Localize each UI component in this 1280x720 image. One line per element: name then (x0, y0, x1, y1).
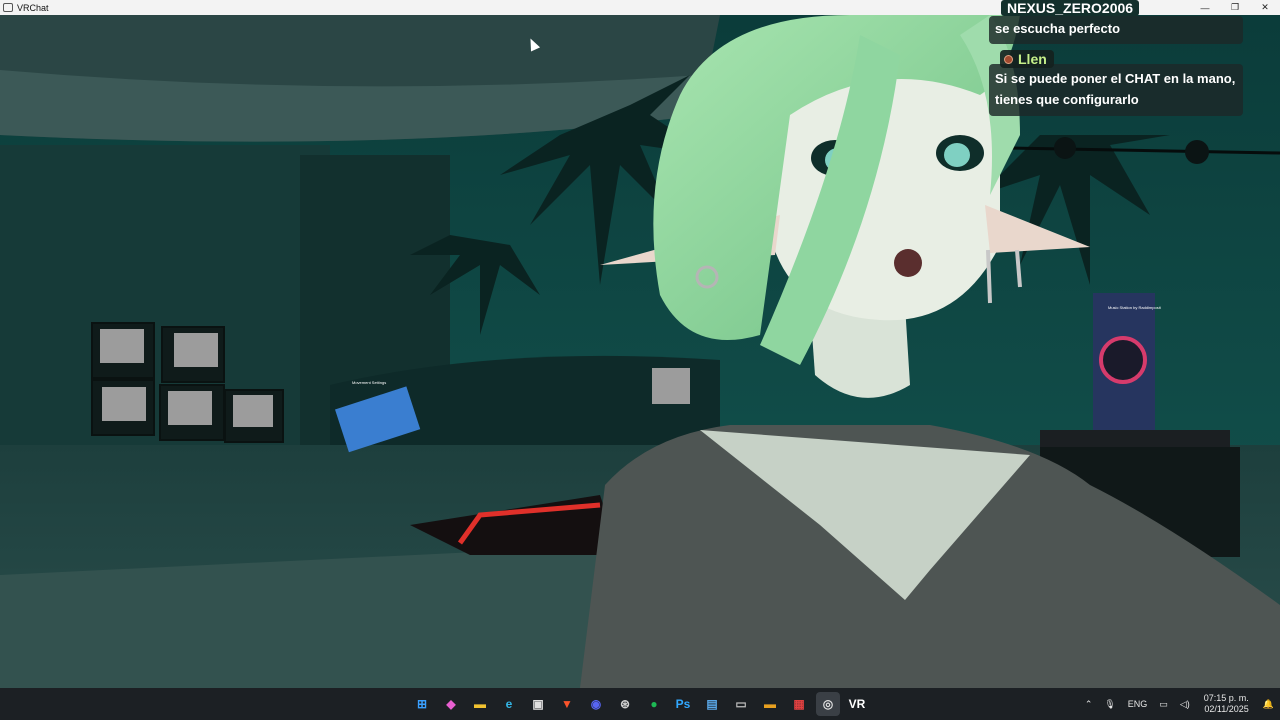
taskbar-apps: ⊞ ◆ ▬ e ▣ ▼ ◉ ⊛ ● Ps ▤ ▭ ▬ ▦ ◎ VR (410, 692, 869, 716)
chat-message-1: se escucha perfecto (989, 16, 1243, 44)
terminal-taskbar-icon[interactable]: ▭ (729, 692, 753, 716)
spotify-taskbar-icon[interactable]: ● (642, 692, 666, 716)
clock-time: 07:15 p. m. (1203, 693, 1249, 703)
edge-taskbar-icon[interactable]: e (497, 692, 521, 716)
file-explorer-taskbar-icon[interactable]: ▬ (468, 692, 492, 716)
vrchat-taskbar-icon[interactable]: VR (845, 692, 869, 716)
chat-username-llen: Llen (1000, 50, 1054, 68)
minimize-button[interactable]: — (1190, 0, 1220, 15)
user-avatar-icon (1004, 54, 1013, 64)
show-hidden-icons-chevron-icon[interactable]: ⌃ (1085, 699, 1093, 710)
photoshop-taskbar-icon[interactable]: Ps (671, 692, 695, 716)
window-controls: — ❐ ✕ (1190, 0, 1280, 15)
movement-settings-sign[interactable]: Movement Settings (352, 380, 386, 385)
steam-vr-taskbar-icon[interactable]: ⊛ (613, 692, 637, 716)
obs-app-taskbar-icon[interactable]: ▦ (787, 692, 811, 716)
windows-start-taskbar-icon[interactable]: ⊞ (410, 692, 434, 716)
discord-taskbar-icon[interactable]: ◉ (584, 692, 608, 716)
chat-message-2: Si se puede poner el CHAT en la mano, ti… (989, 64, 1243, 116)
network-icon[interactable]: ▭ (1159, 699, 1168, 710)
notepad-taskbar-icon[interactable]: ▤ (700, 692, 724, 716)
volume-icon[interactable]: ◁) (1180, 699, 1190, 710)
restore-button[interactable]: ❐ (1220, 0, 1250, 15)
chat-message-2-line2: tienes que configurarlo (995, 92, 1139, 107)
clock-date: 02/11/2025 (1204, 704, 1249, 714)
chat-message-2-line1: Si se puede poner el CHAT en la mano, (995, 71, 1236, 86)
microphone-icon[interactable]: 🎙 (1104, 699, 1115, 710)
vrchat-app-icon (3, 3, 13, 12)
chat-username-nexus: NEXUS_ZERO2006 (1001, 0, 1140, 16)
folder-taskbar-icon[interactable]: ▬ (758, 692, 782, 716)
notifications-bell-icon[interactable]: 🔔 (1263, 699, 1274, 710)
language-indicator[interactable]: ENG (1128, 699, 1148, 709)
clock[interactable]: 07:15 p. m. 02/11/2025 (1204, 693, 1249, 715)
store-taskbar-icon[interactable]: ▣ (526, 692, 550, 716)
system-tray: ⌃ 🎙 ENG ▭ ◁) 07:15 p. m. 02/11/2025 🔔 (1079, 688, 1280, 720)
brave-taskbar-icon[interactable]: ▼ (555, 692, 579, 716)
window-title: VRChat (17, 2, 49, 13)
chat-username-llen-text: Llen (1018, 51, 1047, 67)
chat-message-1-text: se escucha perfecto (995, 21, 1121, 36)
taskbar: ⊞ ◆ ▬ e ▣ ▼ ◉ ⊛ ● Ps ▤ ▭ ▬ ▦ ◎ VR ⌃ 🎙 ENG ▭ ◁) 07:15 p.… (0, 688, 1280, 720)
music-station-sign[interactable]: Music Station by Raddimposit (1108, 305, 1161, 310)
close-button[interactable]: ✕ (1250, 0, 1280, 15)
copilot-taskbar-icon[interactable]: ◆ (439, 692, 463, 716)
obs-taskbar-icon[interactable]: ◎ (816, 692, 840, 716)
